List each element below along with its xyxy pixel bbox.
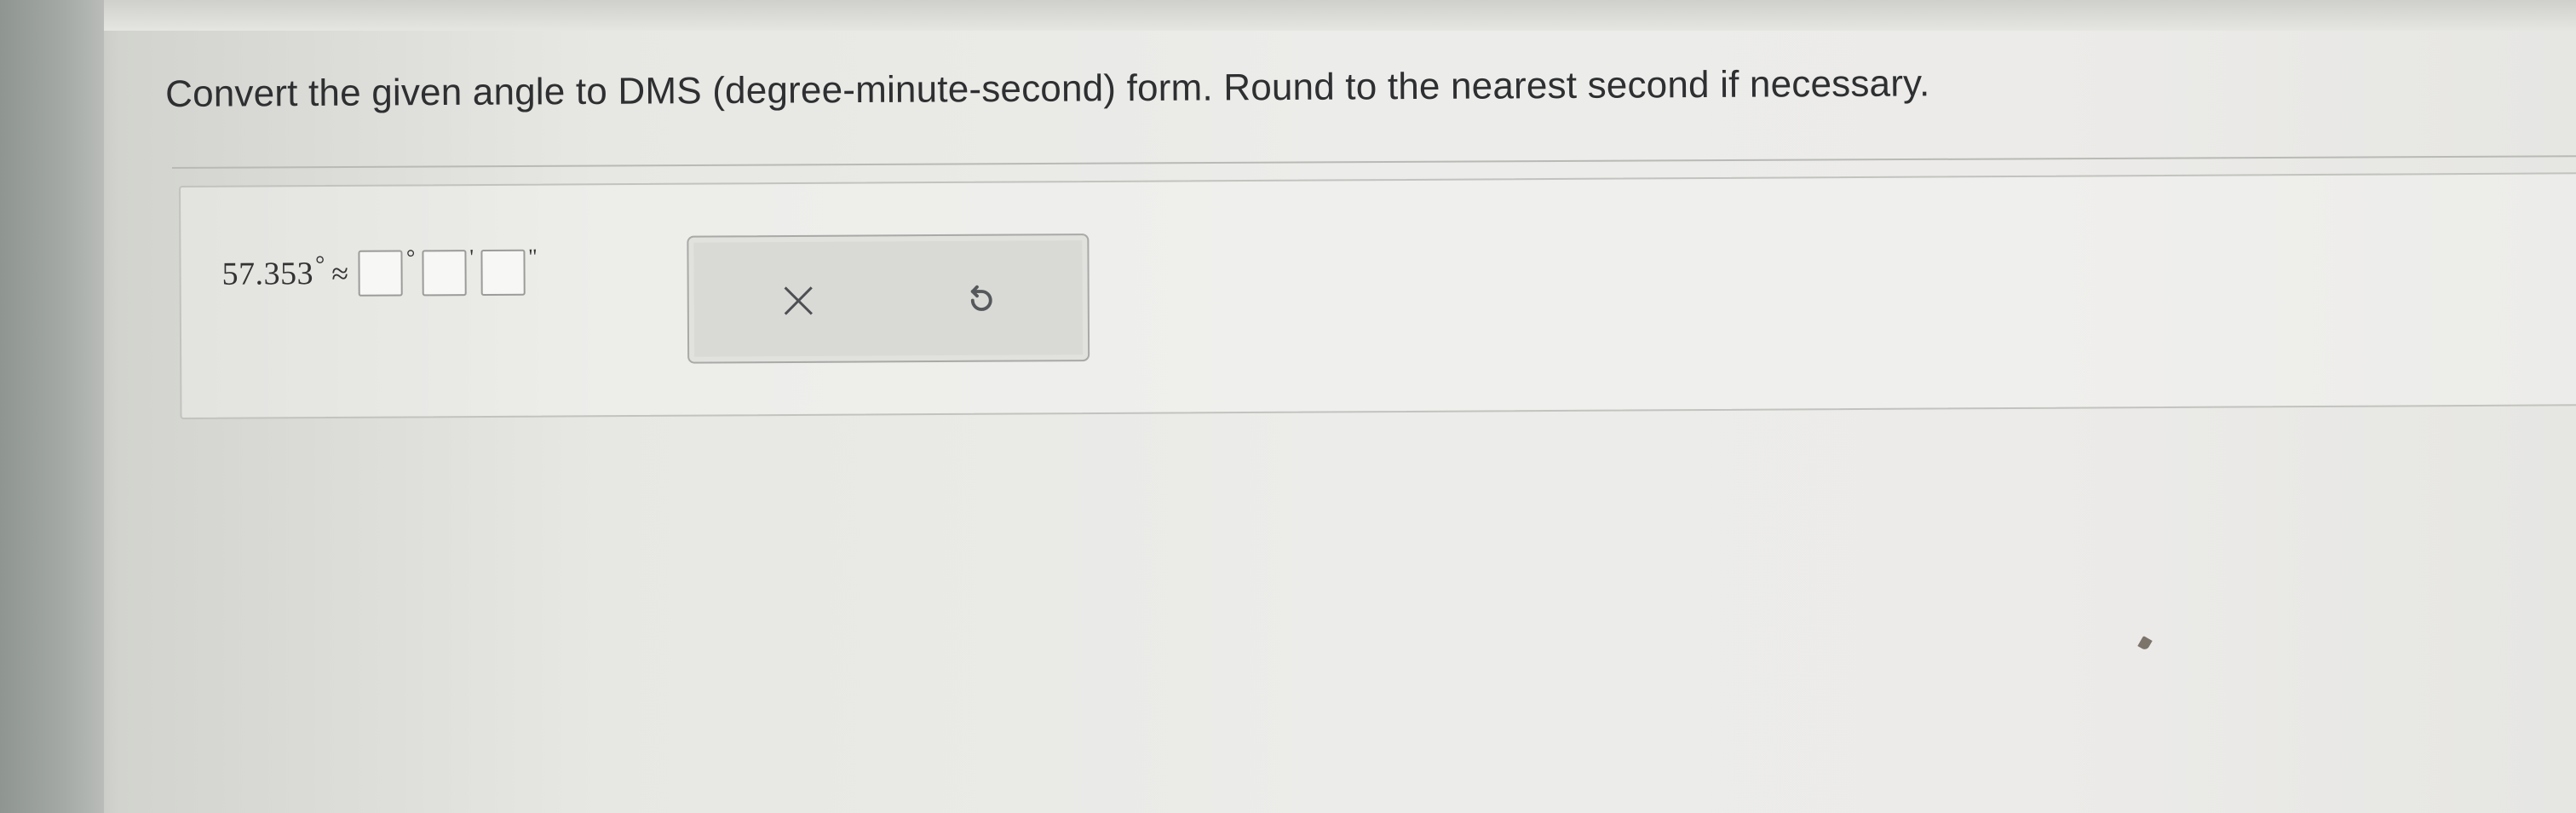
divider [172,155,2576,169]
clear-button[interactable] [764,266,832,334]
answer-panel: 57.353 ° ≈ ° ' " [179,172,2576,419]
monitor-bezel [0,0,104,813]
approx-symbol: ≈ [331,256,349,291]
seconds-input[interactable] [480,249,526,297]
stray-mark [2137,635,2153,652]
angle-value: 57.353 [221,256,314,292]
close-icon [782,284,814,316]
screen: Convert the given angle to DMS (degree-m… [0,0,2576,813]
undo-icon [961,281,997,317]
degree-symbol: ° [314,251,325,279]
answer-prompt-row: 57.353 ° ≈ ° ' " [221,244,544,300]
minutes-input[interactable] [422,250,467,297]
answer-actions [687,234,1090,364]
question-page: Convert the given angle to DMS (degree-m… [104,0,2576,813]
undo-button[interactable] [945,265,1013,333]
second-unit: " [527,244,538,269]
question-instruction: Convert the given angle to DMS (degree-m… [165,62,1930,115]
degree-unit: ° [405,245,416,270]
minute-unit: ' [469,245,474,270]
degrees-input[interactable] [358,250,404,297]
